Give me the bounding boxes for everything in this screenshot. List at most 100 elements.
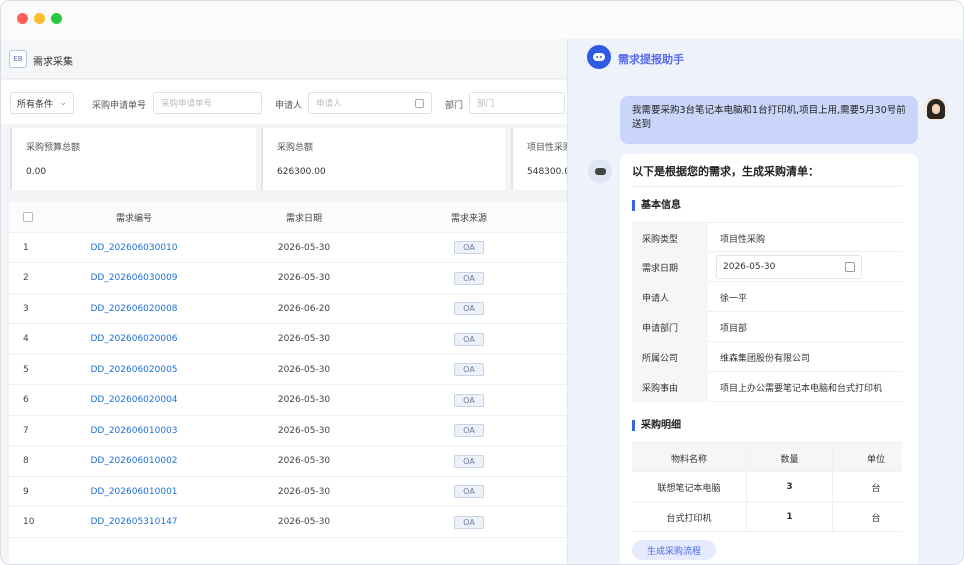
row-index: 1	[23, 242, 29, 253]
table-row[interactable]: 9 DD_202606010001 2026-05-30 OA	[9, 477, 567, 507]
request-id-link[interactable]: DD_202606010001	[90, 487, 177, 497]
source-badge: OA	[454, 302, 484, 315]
date-picker-input[interactable]: 2026-05-30	[716, 255, 862, 279]
bot-logo-icon	[587, 45, 611, 69]
request-id-link[interactable]: DD_202606020008	[90, 304, 177, 314]
kv-row-applicant: 申请人 徐一平	[632, 282, 902, 312]
applicant-input[interactable]: 申请人	[308, 92, 432, 114]
table-row[interactable]: 2 DD_202606030009 2026-05-30 OA	[9, 263, 567, 294]
request-id-link[interactable]: DD_202606020004	[90, 395, 177, 405]
source-badge: OA	[454, 515, 484, 529]
row-index: 8	[23, 456, 29, 466]
assistant-panel: 需求提报助手 我需要采购3台笔记本电脑和1台打印机,项目上用,需要5月30号前送…	[567, 39, 963, 564]
request-date: 2026-06-20	[277, 303, 331, 314]
request-date: 2026-05-30	[277, 395, 331, 405]
table-row[interactable]: 6 DD_202606020004 2026-05-30 OA	[9, 385, 567, 416]
filter-bar: 所有条件 ⌄ 采购申请单号 采购申请单号 申请人 申请人 部门 部门	[1, 80, 567, 124]
request-source-cell: OA	[419, 355, 519, 385]
kv-row-company: 所属公司 维森集团股份有限公司	[632, 342, 902, 372]
kv-key: 申请部门	[632, 312, 708, 342]
all-conditions-dropdown[interactable]: 所有条件 ⌄	[10, 92, 74, 114]
kv-value: 项目上办公需要笔记本电脑和台式打印机	[720, 383, 883, 394]
app-header: EB 需求采集	[1, 39, 567, 79]
kv-key: 需求日期	[632, 252, 708, 282]
all-conditions-label: 所有条件	[17, 99, 54, 110]
bot-avatar-icon	[588, 159, 612, 183]
table-row[interactable]: 3 DD_202606020008 2026-06-20 OA	[9, 294, 567, 324]
stat-card-project: 项目性采购 548300.00	[511, 128, 567, 190]
request-id-link[interactable]: DD_202606010003	[90, 426, 177, 436]
zoom-window-button[interactable]	[51, 13, 62, 24]
minimize-window-button[interactable]	[34, 13, 45, 24]
select-all-checkbox[interactable]	[23, 212, 33, 222]
request-source-cell: OA	[419, 294, 519, 324]
stat-value: 626300.00	[277, 167, 326, 177]
kv-value: 项目性采购	[720, 234, 766, 245]
table-row[interactable]: 5 DD_202606020005 2026-05-30 OA	[9, 355, 567, 385]
table-row[interactable]: 4 DD_202606020006 2026-05-30 OA	[9, 324, 567, 355]
kv-row-type: 采购类型 项目性采购	[632, 222, 902, 253]
source-badge: OA	[454, 424, 484, 437]
stat-card-budget: 采购预算总额 0.00	[10, 128, 256, 190]
applicant-label: 申请人	[275, 101, 303, 111]
request-source-cell: OA	[419, 507, 519, 537]
stat-title: 采购预算总额	[26, 143, 81, 153]
request-id-link[interactable]: DD_202606020006	[90, 334, 177, 344]
stat-value: 548300.00	[527, 167, 567, 177]
kv-key: 申请人	[632, 282, 708, 312]
detail-header-row: 物料名称 数量 单位	[632, 442, 902, 473]
dept-input[interactable]: 部门	[469, 92, 565, 114]
stat-card-total: 采购总额 626300.00	[261, 128, 505, 190]
kv-row-date: 需求日期 2026-05-30	[632, 252, 902, 282]
source-badge: OA	[454, 241, 484, 254]
generate-procurement-button[interactable]: 生成采购流程	[632, 540, 716, 560]
table-row[interactable]: 7 DD_202606010003 2026-05-30 OA	[9, 416, 567, 446]
kv-value: 项目部	[720, 323, 748, 334]
table-row[interactable]: 1 DD_202606030010 2026-05-30 OA	[9, 233, 567, 263]
request-id-cell: DD_202606020004	[69, 385, 199, 415]
request-id-link[interactable]: DD_202606030009	[90, 273, 177, 283]
request-id-link[interactable]: DD_202606010002	[90, 456, 177, 466]
stats-row: 采购预算总额 0.00 采购总额 626300.00 项目性采购 548300.…	[1, 124, 567, 194]
table-row[interactable]: 10 DD_202605310147 2026-05-30 OA	[9, 507, 567, 538]
detail-name: 台式打印机	[632, 502, 747, 532]
kv-key: 采购事由	[632, 372, 708, 402]
row-index: 9	[23, 486, 29, 497]
assistant-title: 需求提报助手	[618, 53, 684, 66]
kv-key: 采购类型	[632, 223, 708, 253]
stat-title: 采购总额	[277, 143, 314, 153]
header-request-id: 需求编号	[115, 213, 152, 224]
request-date: 2026-05-30	[277, 242, 331, 253]
row-index: 7	[23, 425, 29, 436]
stat-value: 0.00	[26, 167, 47, 177]
reply-title: 以下是根据您的需求，生成采购清单：	[632, 165, 819, 178]
request-id-cell: DD_202606020006	[69, 324, 199, 354]
request-id-link[interactable]: DD_202605310147	[90, 517, 177, 527]
request-no-input[interactable]: 采购申请单号	[153, 92, 262, 114]
detail-unit: 台	[871, 513, 881, 524]
eb-logo-icon: EB	[9, 50, 27, 68]
request-id-cell: DD_202606010001	[69, 477, 199, 507]
source-badge: OA	[454, 363, 484, 376]
request-date: 2026-05-30	[277, 456, 331, 466]
source-badge: OA	[454, 454, 484, 468]
kv-value: 徐一平	[720, 293, 748, 304]
request-source-cell: OA	[419, 446, 519, 476]
calendar-icon[interactable]	[845, 262, 855, 272]
request-id-cell: DD_202606020008	[69, 294, 199, 324]
user-avatar	[924, 97, 948, 121]
header-checkbox-cell	[23, 202, 53, 232]
source-badge: OA	[454, 485, 484, 498]
source-badge: OA	[454, 393, 484, 407]
table-row[interactable]: 8 DD_202606010002 2026-05-30 OA	[9, 446, 567, 477]
request-id-link[interactable]: DD_202606020005	[90, 365, 177, 375]
detail-header-qty: 数量	[747, 443, 833, 473]
row-index: 5	[23, 364, 29, 375]
request-date: 2026-05-30	[277, 334, 331, 344]
requests-table: 需求编号 需求日期 需求来源 1 DD_202606030010 2026-05-3…	[9, 202, 567, 564]
reply-card: 以下是根据您的需求，生成采购清单： 基本信息 采购类型 项目性采购 需求日期 2…	[620, 154, 918, 564]
close-window-button[interactable]	[17, 13, 28, 24]
user-select-icon[interactable]	[415, 99, 424, 108]
request-id-link[interactable]: DD_202606030010	[90, 243, 177, 253]
detail-row: 联想笔记本电脑 3 台	[632, 472, 902, 502]
